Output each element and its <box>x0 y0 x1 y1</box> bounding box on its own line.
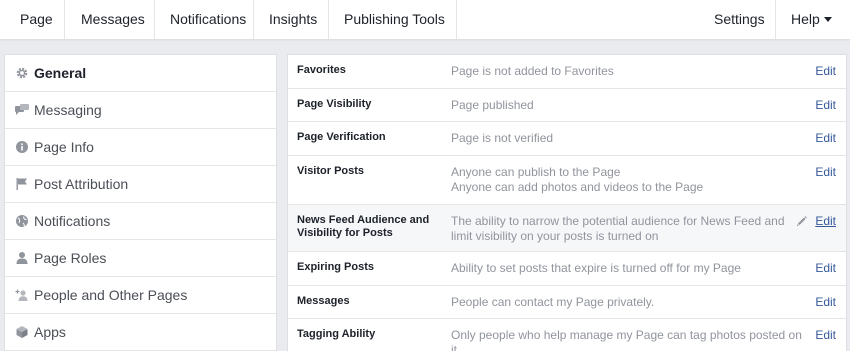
globe-icon <box>16 215 28 227</box>
nav-tab-notifications[interactable]: Notifications <box>154 0 262 39</box>
setting-value-line: The ability to narrow the potential audi… <box>451 214 785 243</box>
nav-help-menu[interactable]: Help <box>775 0 848 39</box>
setting-value: Page is not verified <box>451 131 801 146</box>
sidebar-item-label: Post Attribution <box>34 176 129 192</box>
sidebar-item-label: Notifications <box>34 213 111 229</box>
settings-row-page-visibility: Page Visibility Page published Edit <box>288 89 846 122</box>
edit-visitor-posts-link[interactable]: Edit <box>815 165 836 180</box>
setting-value-line: Anyone can add photos and videos to the … <box>451 180 704 194</box>
setting-label: Expiring Posts <box>297 261 375 273</box>
edit-page-visibility-link[interactable]: Edit <box>815 98 836 113</box>
setting-value: People can contact my Page privately. <box>451 295 801 310</box>
sidebar-item-label: People and Other Pages <box>34 287 188 303</box>
chevron-down-icon <box>823 16 832 22</box>
sidebar-item-page-info[interactable]: Page Info <box>5 129 276 166</box>
edit-tagging-ability-link[interactable]: Edit <box>815 328 836 343</box>
nav-tab-insights[interactable]: Insights <box>253 0 333 39</box>
info-icon <box>16 141 28 153</box>
gear-icon <box>16 67 28 79</box>
setting-value: Page published <box>451 98 801 113</box>
sidebar-item-people-and-other-pages[interactable]: People and Other Pages <box>5 277 276 314</box>
nav-tab-publishing-tools[interactable]: Publishing Tools <box>328 0 461 39</box>
setting-value-line: Anyone can publish to the Page <box>451 165 621 179</box>
setting-label: Page Verification <box>297 131 386 143</box>
setting-label: Visitor Posts <box>297 165 365 177</box>
sidebar-item-apps[interactable]: Apps <box>5 314 276 351</box>
setting-value-line: Only people who help manage my Page can … <box>451 328 802 351</box>
edit-messages-link[interactable]: Edit <box>815 295 836 310</box>
chat-bubbles-icon <box>15 104 29 115</box>
setting-value: Page is not added to Favorites <box>451 64 801 79</box>
page-top-nav: Page Messages Notifications Insights Pub… <box>0 0 850 40</box>
sidebar-item-label: General <box>34 65 87 81</box>
sidebar-item-general[interactable]: General <box>5 55 276 92</box>
setting-value: Ability to set posts that expire is turn… <box>451 261 801 276</box>
flag-icon <box>16 178 27 190</box>
setting-value-line: Page is not added to Favorites <box>451 64 614 78</box>
nav-divider <box>456 0 457 39</box>
setting-value: Only people who help manage my Page can … <box>451 328 811 351</box>
settings-row-tagging-ability: Tagging Ability Only people who help man… <box>288 319 846 351</box>
edit-news-feed-audience-link[interactable]: Edit <box>815 214 836 229</box>
add-person-icon <box>15 289 28 301</box>
setting-label: Favorites <box>297 64 346 76</box>
setting-value: Anyone can publish to the Page Anyone ca… <box>451 165 801 195</box>
settings-row-messages: Messages People can contact my Page priv… <box>288 286 846 319</box>
settings-row-visitor-posts: Visitor Posts Anyone can publish to the … <box>288 156 846 205</box>
settings-row-page-verification: Page Verification Page is not verified E… <box>288 122 846 156</box>
general-settings-panel: Favorites Page is not added to Favorites… <box>287 54 847 351</box>
nav-tab-page[interactable]: Page <box>4 0 69 39</box>
setting-label: Page Visibility <box>297 98 372 110</box>
settings-sidebar: General Messaging Page Info Post Attribu… <box>4 54 277 351</box>
sidebar-item-notifications[interactable]: Notifications <box>5 203 276 240</box>
sidebar-item-page-roles[interactable]: Page Roles <box>5 240 276 277</box>
edit-page-verification-link[interactable]: Edit <box>815 131 836 146</box>
setting-value-line: Page is not verified <box>451 131 554 145</box>
sidebar-item-label: Page Roles <box>34 250 107 266</box>
setting-value: The ability to narrow the potential audi… <box>451 214 801 244</box>
setting-value-line: Ability to set posts that expire is turn… <box>451 261 741 275</box>
sidebar-item-label: Apps <box>34 324 66 340</box>
edit-expiring-posts-link[interactable]: Edit <box>815 261 836 276</box>
setting-value-line: People can contact my Page privately. <box>451 295 655 309</box>
edit-favorites-link[interactable]: Edit <box>815 64 836 79</box>
sidebar-item-messaging[interactable]: Messaging <box>5 92 276 129</box>
setting-label: Tagging Ability <box>297 328 376 340</box>
pencil-icon[interactable] <box>796 215 808 227</box>
settings-row-favorites: Favorites Page is not added to Favorites… <box>288 55 846 89</box>
sidebar-item-label: Messaging <box>34 102 102 118</box>
nav-settings[interactable]: Settings <box>698 0 781 39</box>
person-icon <box>16 252 28 264</box>
setting-label: News Feed Audience and Visibility for Po… <box>297 214 430 239</box>
setting-value-line: Page published <box>451 98 534 112</box>
settings-row-expiring-posts: Expiring Posts Ability to set posts that… <box>288 252 846 286</box>
settings-row-news-feed-audience: News Feed Audience and Visibility for Po… <box>288 205 846 252</box>
sidebar-item-post-attribution[interactable]: Post Attribution <box>5 166 276 203</box>
nav-tab-messages[interactable]: Messages <box>65 0 161 39</box>
nav-help-label: Help <box>791 11 820 27</box>
cube-icon <box>16 326 28 338</box>
setting-label: Messages <box>297 295 350 307</box>
sidebar-item-label: Page Info <box>34 139 94 155</box>
